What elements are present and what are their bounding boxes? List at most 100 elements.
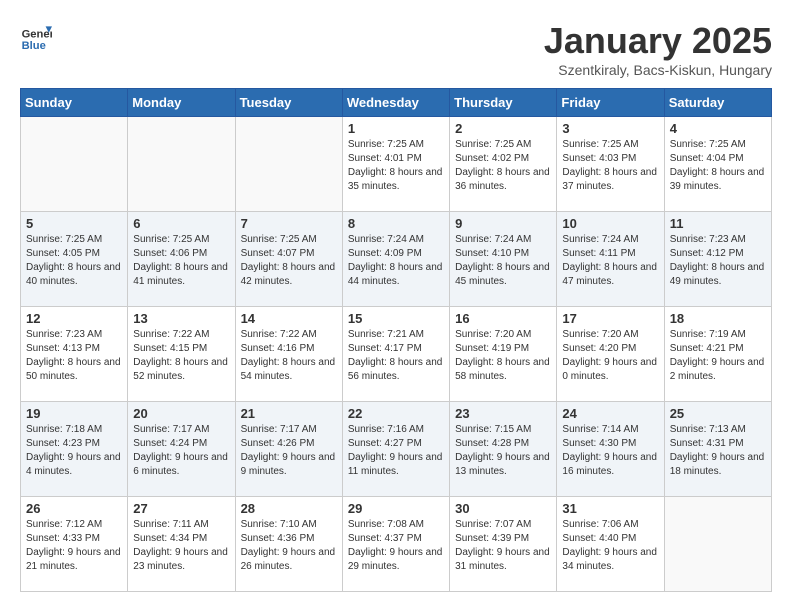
day-number: 8 (348, 216, 444, 231)
month-title: January 2025 (544, 20, 772, 62)
day-number: 10 (562, 216, 658, 231)
calendar-table: SundayMondayTuesdayWednesdayThursdayFrid… (20, 88, 772, 592)
day-info: Sunrise: 7:08 AM Sunset: 4:37 PM Dayligh… (348, 518, 444, 574)
calendar-week-row: 12Sunrise: 7:23 AM Sunset: 4:13 PM Dayli… (21, 307, 772, 402)
calendar-cell: 20Sunrise: 7:17 AM Sunset: 4:24 PM Dayli… (128, 402, 235, 497)
weekday-header-friday: Friday (557, 89, 664, 117)
weekday-header-sunday: Sunday (21, 89, 128, 117)
calendar-cell: 9Sunrise: 7:24 AM Sunset: 4:10 PM Daylig… (450, 212, 557, 307)
day-info: Sunrise: 7:23 AM Sunset: 4:13 PM Dayligh… (26, 328, 122, 384)
day-number: 28 (241, 501, 337, 516)
weekday-header-monday: Monday (128, 89, 235, 117)
calendar-cell: 25 Sunrise: 7:13 AM Sunset: 4:31 PM Dayli… (664, 402, 771, 497)
day-number: 19 (26, 406, 122, 421)
day-number: 22 (348, 406, 444, 421)
calendar-cell: 11Sunrise: 7:23 AM Sunset: 4:12 PM Dayli… (664, 212, 771, 307)
day-number: 31 (562, 501, 658, 516)
day-info: Sunrise: 7:25 AM Sunset: 4:03 PM Dayligh… (562, 138, 658, 194)
calendar-cell: 16 Sunrise: 7:20 AM Sunset: 4:19 PM Dayli… (450, 307, 557, 402)
day-info: Sunrise: 7:12 AM Sunset: 4:33 PM Dayligh… (26, 518, 122, 574)
weekday-header-tuesday: Tuesday (235, 89, 342, 117)
day-info: Sunrise: 7:25 AM Sunset: 4:06 PM Dayligh… (133, 233, 229, 289)
calendar-week-row: 26 Sunrise: 7:12 AM Sunset: 4:33 PM Dayli… (21, 497, 772, 592)
day-info: Sunrise: 7:13 AM Sunset: 4:31 PM Dayligh… (670, 423, 766, 479)
day-info: Sunrise: 7:22 AM Sunset: 4:16 PM Dayligh… (241, 328, 337, 384)
logo: General Blue (20, 20, 52, 52)
day-number: 24 (562, 406, 658, 421)
day-info: Sunrise: 7:14 AM Sunset: 4:30 PM Dayligh… (562, 423, 658, 479)
calendar-cell: 28 Sunrise: 7:10 AM Sunset: 4:36 PM Dayli… (235, 497, 342, 592)
day-number: 17 (562, 311, 658, 326)
calendar-cell: 22 Sunrise: 7:16 AM Sunset: 4:27 PM Dayli… (342, 402, 449, 497)
calendar-cell: 4Sunrise: 7:25 AM Sunset: 4:04 PM Daylig… (664, 117, 771, 212)
calendar-cell: 19 Sunrise: 7:18 AM Sunset: 4:23 PM Dayli… (21, 402, 128, 497)
svg-text:General: General (22, 29, 52, 41)
day-info: Sunrise: 7:16 AM Sunset: 4:27 PM Dayligh… (348, 423, 444, 479)
calendar-cell: 2Sunrise: 7:25 AM Sunset: 4:02 PM Daylig… (450, 117, 557, 212)
day-info: Sunrise: 7:10 AM Sunset: 4:36 PM Dayligh… (241, 518, 337, 574)
day-number: 5 (26, 216, 122, 231)
calendar-week-row: 19 Sunrise: 7:18 AM Sunset: 4:23 PM Dayli… (21, 402, 772, 497)
day-number: 3 (562, 121, 658, 136)
day-number: 6 (133, 216, 229, 231)
calendar-cell (235, 117, 342, 212)
day-number: 25 (670, 406, 766, 421)
day-number: 26 (26, 501, 122, 516)
calendar-cell: 24 Sunrise: 7:14 AM Sunset: 4:30 PM Dayli… (557, 402, 664, 497)
page-header: General Blue January 2025 Szentkiraly, B… (20, 20, 772, 78)
day-info: Sunrise: 7:24 AM Sunset: 4:09 PM Dayligh… (348, 233, 444, 289)
weekday-header-wednesday: Wednesday (342, 89, 449, 117)
calendar-cell: 15 Sunrise: 7:21 AM Sunset: 4:17 PM Dayli… (342, 307, 449, 402)
calendar-cell: 13 Sunrise: 7:22 AM Sunset: 4:15 PM Dayli… (128, 307, 235, 402)
day-number: 18 (670, 311, 766, 326)
day-number: 29 (348, 501, 444, 516)
calendar-cell: 27 Sunrise: 7:11 AM Sunset: 4:34 PM Dayli… (128, 497, 235, 592)
calendar-cell: 30Sunrise: 7:07 AM Sunset: 4:39 PM Dayli… (450, 497, 557, 592)
day-number: 15 (348, 311, 444, 326)
day-number: 1 (348, 121, 444, 136)
day-number: 11 (670, 216, 766, 231)
calendar-cell: 10 Sunrise: 7:24 AM Sunset: 4:11 PM Dayli… (557, 212, 664, 307)
day-info: Sunrise: 7:20 AM Sunset: 4:19 PM Dayligh… (455, 328, 551, 384)
day-info: Sunrise: 7:11 AM Sunset: 4:34 PM Dayligh… (133, 518, 229, 574)
calendar-cell: 5 Sunrise: 7:25 AM Sunset: 4:05 PM Daylig… (21, 212, 128, 307)
day-number: 2 (455, 121, 551, 136)
day-info: Sunrise: 7:22 AM Sunset: 4:15 PM Dayligh… (133, 328, 229, 384)
day-number: 27 (133, 501, 229, 516)
weekday-header-saturday: Saturday (664, 89, 771, 117)
day-info: Sunrise: 7:06 AM Sunset: 4:40 PM Dayligh… (562, 518, 658, 574)
day-number: 13 (133, 311, 229, 326)
calendar-cell: 12Sunrise: 7:23 AM Sunset: 4:13 PM Dayli… (21, 307, 128, 402)
calendar-cell: 23Sunrise: 7:15 AM Sunset: 4:28 PM Dayli… (450, 402, 557, 497)
calendar-cell: 7 Sunrise: 7:25 AM Sunset: 4:07 PM Daylig… (235, 212, 342, 307)
title-area: January 2025 Szentkiraly, Bacs-Kiskun, H… (544, 20, 772, 78)
calendar-cell: 6 Sunrise: 7:25 AM Sunset: 4:06 PM Daylig… (128, 212, 235, 307)
day-info: Sunrise: 7:25 AM Sunset: 4:01 PM Dayligh… (348, 138, 444, 194)
calendar-cell: 31 Sunrise: 7:06 AM Sunset: 4:40 PM Dayli… (557, 497, 664, 592)
calendar-week-row: 5 Sunrise: 7:25 AM Sunset: 4:05 PM Daylig… (21, 212, 772, 307)
calendar-week-row: 1 Sunrise: 7:25 AM Sunset: 4:01 PM Daylig… (21, 117, 772, 212)
weekday-header-row: SundayMondayTuesdayWednesdayThursdayFrid… (21, 89, 772, 117)
day-number: 7 (241, 216, 337, 231)
calendar-cell (128, 117, 235, 212)
calendar-cell: 26 Sunrise: 7:12 AM Sunset: 4:33 PM Dayli… (21, 497, 128, 592)
day-info: Sunrise: 7:18 AM Sunset: 4:23 PM Dayligh… (26, 423, 122, 479)
day-info: Sunrise: 7:17 AM Sunset: 4:26 PM Dayligh… (241, 423, 337, 479)
weekday-header-thursday: Thursday (450, 89, 557, 117)
location-subtitle: Szentkiraly, Bacs-Kiskun, Hungary (544, 62, 772, 78)
calendar-cell: 21Sunrise: 7:17 AM Sunset: 4:26 PM Dayli… (235, 402, 342, 497)
day-info: Sunrise: 7:25 AM Sunset: 4:07 PM Dayligh… (241, 233, 337, 289)
calendar-cell: 29 Sunrise: 7:08 AM Sunset: 4:37 PM Dayli… (342, 497, 449, 592)
logo-icon: General Blue (20, 20, 52, 52)
calendar-cell: 3 Sunrise: 7:25 AM Sunset: 4:03 PM Daylig… (557, 117, 664, 212)
day-info: Sunrise: 7:21 AM Sunset: 4:17 PM Dayligh… (348, 328, 444, 384)
day-info: Sunrise: 7:24 AM Sunset: 4:11 PM Dayligh… (562, 233, 658, 289)
day-number: 23 (455, 406, 551, 421)
day-info: Sunrise: 7:24 AM Sunset: 4:10 PM Dayligh… (455, 233, 551, 289)
calendar-cell: 17Sunrise: 7:20 AM Sunset: 4:20 PM Dayli… (557, 307, 664, 402)
day-info: Sunrise: 7:07 AM Sunset: 4:39 PM Dayligh… (455, 518, 551, 574)
day-info: Sunrise: 7:25 AM Sunset: 4:05 PM Dayligh… (26, 233, 122, 289)
day-number: 16 (455, 311, 551, 326)
day-number: 14 (241, 311, 337, 326)
day-info: Sunrise: 7:19 AM Sunset: 4:21 PM Dayligh… (670, 328, 766, 384)
